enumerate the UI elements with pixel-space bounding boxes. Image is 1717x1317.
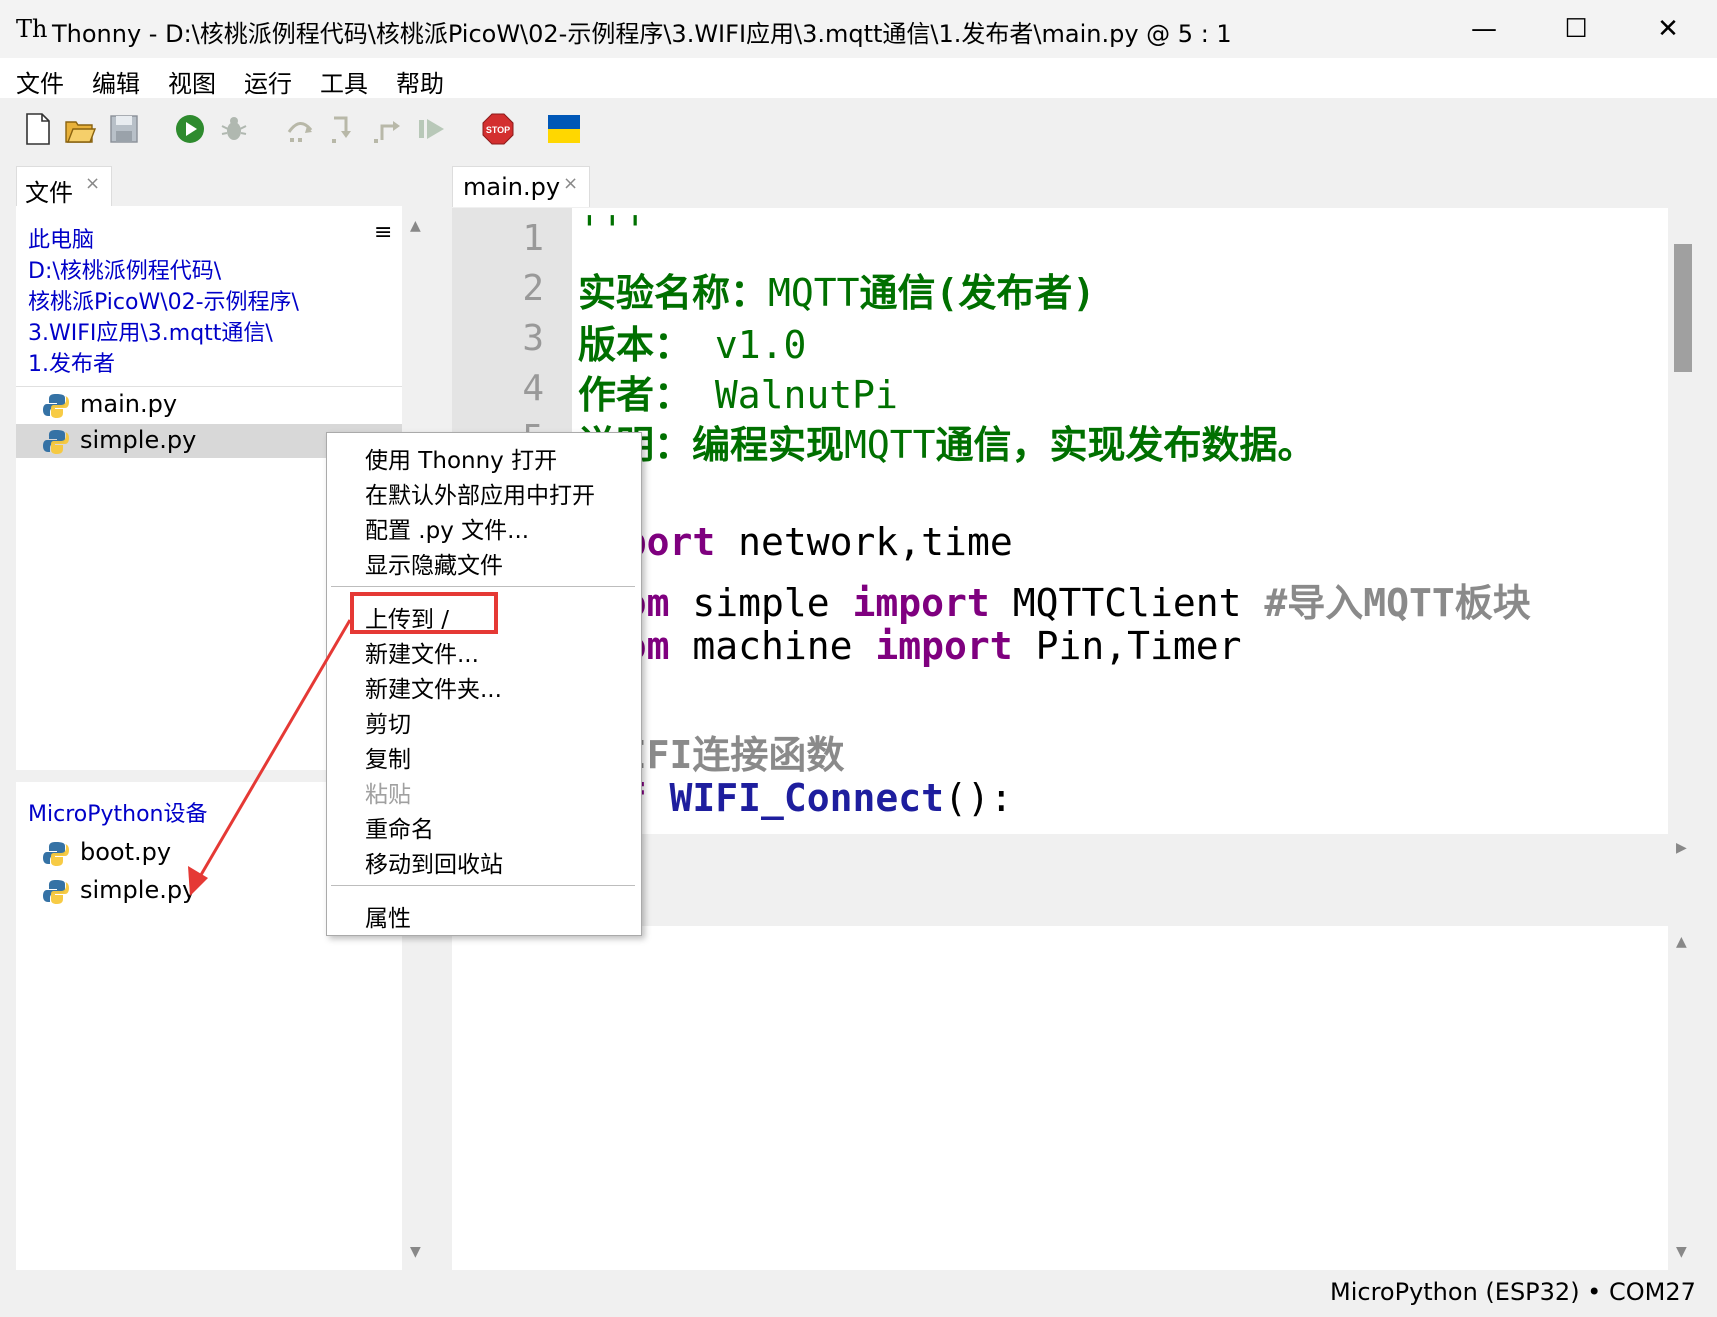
list-item[interactable]: main.py xyxy=(16,388,402,422)
code-line: 说明：编程实现MQTT通信，实现发布数据。 xyxy=(578,423,1316,467)
line-number: 4 xyxy=(522,368,544,409)
ctx-cut[interactable]: 剪切 xyxy=(365,705,411,739)
window-title: Thonny - D:\核桃派例程代码\核桃派PicoW\02-示例程序\3.W… xyxy=(52,20,1232,48)
scroll-down-icon[interactable]: ▼ xyxy=(410,1244,421,1260)
editor-scroll-thumb[interactable] xyxy=(1674,244,1692,372)
shell-pane[interactable] xyxy=(452,926,1668,1270)
ctx-show-hidden[interactable]: 显示隐藏文件 xyxy=(365,546,503,580)
ctx-new-file[interactable]: 新建文件... xyxy=(365,635,479,669)
maximize-button[interactable]: ☐ xyxy=(1546,8,1606,50)
tab-files-close-icon[interactable]: × xyxy=(85,173,100,194)
open-file-icon[interactable] xyxy=(64,112,96,146)
file-name: main.py xyxy=(80,390,178,418)
file-name: simple.py xyxy=(80,426,197,454)
line-number: 2 xyxy=(522,268,544,309)
python-file-icon xyxy=(43,430,69,454)
code-line: 作者： WalnutPi xyxy=(578,373,898,417)
tab-main-py[interactable]: main.py × xyxy=(452,166,590,207)
ctx-open-external[interactable]: 在默认外部应用中打开 xyxy=(365,476,595,510)
run-icon[interactable] xyxy=(174,112,206,146)
python-file-icon xyxy=(43,880,69,904)
ukraine-flag-icon[interactable] xyxy=(548,112,580,146)
step-into-icon[interactable] xyxy=(328,112,360,146)
python-file-icon xyxy=(43,394,69,418)
menu-edit[interactable]: 编辑 xyxy=(92,64,140,99)
menu-separator xyxy=(331,586,635,587)
step-out-icon[interactable] xyxy=(372,112,404,146)
ctx-rename[interactable]: 重命名 xyxy=(365,810,434,844)
file-name: simple.py xyxy=(80,876,197,904)
stop-label: STOP xyxy=(486,125,510,135)
line-number: 1 xyxy=(522,218,544,259)
new-file-icon[interactable] xyxy=(22,112,54,146)
line-number: 3 xyxy=(522,318,544,359)
ctx-copy[interactable]: 复制 xyxy=(365,740,411,774)
path-this-pc[interactable]: 此电脑 xyxy=(28,222,94,254)
divider xyxy=(16,386,402,387)
menu-separator xyxy=(331,885,635,886)
menu-view[interactable]: 视图 xyxy=(168,64,216,99)
ctx-properties[interactable]: 属性 xyxy=(365,899,411,933)
tab-main-py-label: main.py xyxy=(463,173,561,201)
tab-files-label: 文件 xyxy=(25,179,73,207)
path-segment[interactable]: 1.发布者 xyxy=(28,346,115,378)
tab-files[interactable]: 文件 × xyxy=(16,166,112,207)
code-line: from machine import Pin,Timer xyxy=(578,624,1242,668)
highlight-box xyxy=(350,592,498,634)
files-menu-icon[interactable]: ≡ xyxy=(374,220,392,245)
scroll-up-icon[interactable]: ▲ xyxy=(1676,934,1687,950)
minimize-button[interactable]: — xyxy=(1454,8,1514,50)
ctx-move-to-recycle[interactable]: 移动到回收站 xyxy=(365,845,503,879)
code-line: ''' xyxy=(578,208,647,252)
menu-help[interactable]: 帮助 xyxy=(396,64,444,99)
menu-tools[interactable]: 工具 xyxy=(320,64,368,99)
shell-scrollbar[interactable] xyxy=(1668,926,1698,1270)
menu-run[interactable]: 运行 xyxy=(244,64,292,99)
step-over-icon[interactable] xyxy=(284,112,316,146)
context-menu: 使用 Thonny 打开 在默认外部应用中打开 配置 .py 文件... 显示隐… xyxy=(326,432,642,936)
code-line: def WIFI_Connect(): xyxy=(578,776,1013,820)
ctx-configure-py[interactable]: 配置 .py 文件... xyxy=(365,511,529,545)
status-interpreter[interactable]: MicroPython (ESP32) • COM27 xyxy=(1330,1278,1696,1306)
scroll-up-icon[interactable]: ▲ xyxy=(410,218,421,234)
device-label[interactable]: MicroPython设备 xyxy=(28,796,207,828)
menu-file[interactable]: 文件 xyxy=(16,64,64,99)
resume-icon[interactable] xyxy=(416,112,448,146)
path-segment[interactable]: 3.WIFI应用\3.mqtt通信\ xyxy=(28,315,273,347)
ctx-paste: 粘贴 xyxy=(365,782,411,808)
toolbar: STOP xyxy=(0,98,1717,162)
python-file-icon xyxy=(43,842,69,866)
stop-icon[interactable]: STOP xyxy=(482,112,514,146)
code-line: 实验名称：MQTT通信(发布者) xyxy=(578,271,1096,315)
scroll-down-icon[interactable]: ▼ xyxy=(1676,1244,1687,1260)
close-button[interactable]: ✕ xyxy=(1638,8,1698,50)
path-segment[interactable]: 核桃派PicoW\02-示例程序\ xyxy=(28,284,299,316)
save-file-icon[interactable] xyxy=(108,112,140,146)
tab-main-py-close-icon[interactable]: × xyxy=(563,173,578,194)
menu-bar: 文件 编辑 视图 运行 工具 帮助 xyxy=(0,58,1717,98)
scroll-right-icon[interactable]: ▶ xyxy=(1676,840,1687,856)
title-bar: Th Thonny - D:\核桃派例程代码\核桃派PicoW\02-示例程序\… xyxy=(0,0,1717,58)
code-line: 版本： v1.0 xyxy=(578,323,807,367)
ctx-new-folder[interactable]: 新建文件夹... xyxy=(365,670,502,704)
ctx-open-in-thonny[interactable]: 使用 Thonny 打开 xyxy=(365,441,557,475)
code-line: from simple import MQTTClient #导入MQTT板块 xyxy=(578,581,1531,625)
editor-horizontal-scrollbar[interactable] xyxy=(572,834,1698,864)
debug-icon[interactable] xyxy=(218,112,250,146)
path-segment[interactable]: D:\核桃派例程代码\ xyxy=(28,253,221,285)
thonny-app-icon: Th xyxy=(16,15,48,43)
file-name: boot.py xyxy=(80,838,172,866)
code-line: import network,time xyxy=(578,520,1013,564)
